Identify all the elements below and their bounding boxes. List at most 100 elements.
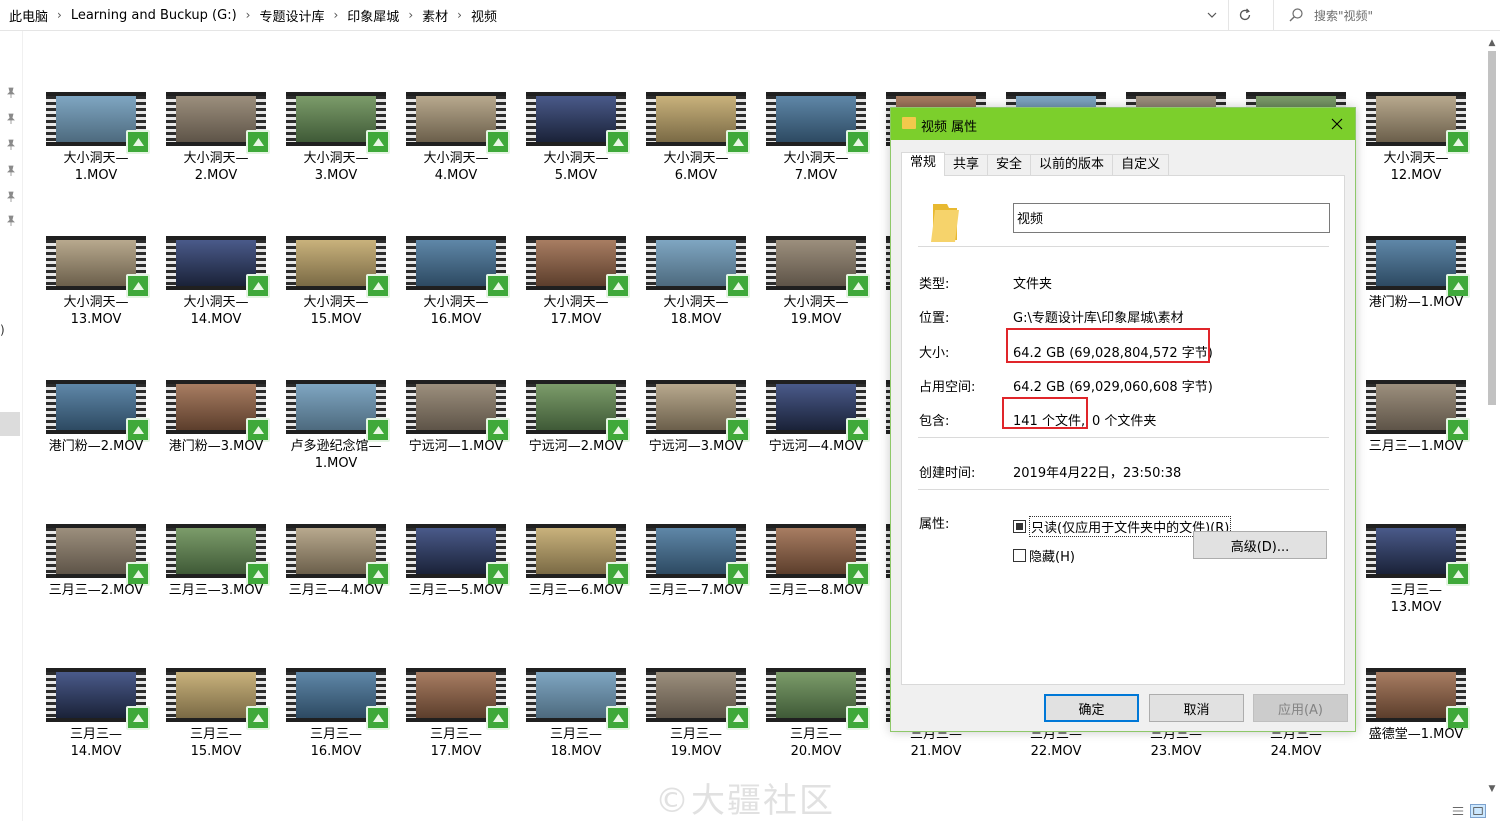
file-item[interactable]: 三月三—6.MOV — [516, 524, 636, 664]
advanced-button[interactable]: 高级(D)... — [1193, 531, 1327, 559]
video-thumbnail — [406, 380, 510, 442]
file-item[interactable]: 三月三—5.MOV — [396, 524, 516, 664]
file-item[interactable]: 大小洞天— 3.MOV — [276, 92, 396, 232]
video-thumbnail — [166, 668, 270, 730]
chevron-right-icon[interactable]: › — [457, 8, 462, 22]
breadcrumb-this-pc[interactable]: 此电脑 — [9, 6, 48, 25]
refresh-icon[interactable] — [1233, 4, 1257, 26]
address-bar: 此电脑 › Learning and Buckup (G:) › 专题设计库 ›… — [0, 0, 1500, 31]
breadcrumb-folder-2[interactable]: 印象犀城 — [347, 6, 399, 25]
file-item[interactable]: 三月三— 16.MOV — [276, 668, 396, 808]
file-item[interactable]: 大小洞天— 15.MOV — [276, 236, 396, 376]
type-label: 类型: — [919, 277, 950, 292]
file-item[interactable]: 三月三—7.MOV — [636, 524, 756, 664]
file-item[interactable]: 大小洞天— 5.MOV — [516, 92, 636, 232]
file-item[interactable]: 三月三—3.MOV — [156, 524, 276, 664]
checkbox-icon[interactable] — [1013, 549, 1026, 562]
chevron-right-icon[interactable]: › — [333, 8, 338, 22]
tab-customize[interactable]: 自定义 — [1112, 154, 1170, 176]
file-item[interactable]: 大小洞天— 12.MOV — [1356, 92, 1476, 232]
video-thumbnail — [46, 524, 150, 586]
file-item[interactable]: 大小洞天— 16.MOV — [396, 236, 516, 376]
pin-icon[interactable] — [5, 215, 17, 227]
file-name: 三月三—2.MOV — [48, 583, 144, 598]
breadcrumb-folder-3[interactable]: 素材 — [422, 6, 448, 25]
close-icon[interactable] — [1319, 108, 1355, 140]
breadcrumb-folder-1[interactable]: 专题设计库 — [259, 6, 324, 25]
pin-icon[interactable] — [5, 191, 17, 203]
breadcrumb-drive[interactable]: Learning and Buckup (G:) — [71, 8, 237, 23]
nav-truncated-item[interactable]: ) — [0, 323, 5, 337]
file-item[interactable]: 大小洞天— 19.MOV — [756, 236, 876, 376]
highlight-box — [1002, 397, 1088, 429]
pin-icon[interactable] — [5, 165, 17, 177]
file-item[interactable]: 大小洞天— 2.MOV — [156, 92, 276, 232]
file-item[interactable]: 大小洞天— 1.MOV — [36, 92, 156, 232]
vertical-scrollbar[interactable]: ▲ ▼ — [1484, 31, 1500, 801]
file-item[interactable]: 三月三— 18.MOV — [516, 668, 636, 808]
file-item[interactable]: 三月三—4.MOV — [276, 524, 396, 664]
file-item[interactable]: 盛德堂—1.MOV — [1356, 668, 1476, 808]
scroll-up-icon[interactable]: ▲ — [1486, 37, 1498, 49]
video-thumbnail — [1366, 380, 1470, 442]
pin-icon[interactable] — [5, 113, 17, 125]
file-item[interactable]: 港门粉—2.MOV — [36, 380, 156, 520]
file-item[interactable]: 三月三— 13.MOV — [1356, 524, 1476, 664]
file-item[interactable]: 三月三— 17.MOV — [396, 668, 516, 808]
file-item[interactable]: 大小洞天— 6.MOV — [636, 92, 756, 232]
video-frame — [56, 672, 136, 718]
file-item[interactable]: 大小洞天— 7.MOV — [756, 92, 876, 232]
file-name: 大小洞天— 7.MOV — [783, 151, 849, 183]
file-item[interactable]: 大小洞天— 14.MOV — [156, 236, 276, 376]
chevron-right-icon[interactable]: › — [408, 8, 413, 22]
file-item[interactable]: 大小洞天— 13.MOV — [36, 236, 156, 376]
tab-security[interactable]: 安全 — [987, 154, 1032, 176]
file-item[interactable]: 三月三—1.MOV — [1356, 380, 1476, 520]
breadcrumb-current[interactable]: 视频 — [471, 6, 497, 25]
file-name: 大小洞天— 15.MOV — [303, 295, 369, 327]
file-item[interactable]: 宁远河—2.MOV — [516, 380, 636, 520]
attributes-label: 属性: — [919, 517, 950, 532]
folder-name-input[interactable]: 视频 — [1013, 203, 1330, 233]
file-item[interactable]: 大小洞天— 17.MOV — [516, 236, 636, 376]
checkbox-mixed-icon[interactable] — [1013, 520, 1026, 533]
file-item[interactable]: 港门粉—1.MOV — [1356, 236, 1476, 376]
file-item[interactable]: 三月三— 14.MOV — [36, 668, 156, 808]
hidden-checkbox[interactable]: 隐藏(H) — [1013, 546, 1075, 565]
file-item[interactable]: 大小洞天— 4.MOV — [396, 92, 516, 232]
ok-button[interactable]: 确定 — [1044, 694, 1139, 722]
location-value: G:\专题设计库\印象犀城\素材 — [1013, 311, 1184, 326]
dialog-titlebar[interactable]: 视频 属性 — [891, 108, 1355, 140]
apply-button[interactable]: 应用(A) — [1253, 694, 1348, 722]
film-strip — [166, 672, 176, 718]
file-item[interactable]: 三月三—8.MOV — [756, 524, 876, 664]
cancel-button[interactable]: 取消 — [1149, 694, 1244, 722]
pin-icon[interactable] — [5, 139, 17, 151]
search-box[interactable]: 搜索"视频" — [1273, 0, 1500, 30]
watermark: ©大疆社区 — [655, 781, 835, 821]
details-view-icon[interactable] — [1450, 804, 1466, 818]
chevron-down-icon[interactable] — [1200, 4, 1224, 26]
file-item[interactable]: 宁远河—1.MOV — [396, 380, 516, 520]
large-icons-view-icon[interactable] — [1470, 804, 1486, 818]
file-item[interactable]: 三月三— 15.MOV — [156, 668, 276, 808]
video-thumbnail — [766, 524, 870, 586]
scroll-thumb[interactable] — [1488, 51, 1496, 405]
file-item[interactable]: 卢多逊纪念馆— 1.MOV — [276, 380, 396, 520]
tab-sharing[interactable]: 共享 — [944, 154, 989, 176]
nav-selected-item[interactable] — [0, 412, 20, 436]
video-frame — [536, 672, 616, 718]
chevron-right-icon[interactable]: › — [246, 8, 251, 22]
file-item[interactable]: 三月三—2.MOV — [36, 524, 156, 664]
tab-general[interactable]: 常规 — [901, 152, 946, 176]
scroll-down-icon[interactable]: ▼ — [1486, 783, 1498, 795]
tab-previous-versions[interactable]: 以前的版本 — [1030, 154, 1114, 176]
chevron-right-icon[interactable]: › — [57, 8, 62, 22]
file-item[interactable]: 大小洞天— 18.MOV — [636, 236, 756, 376]
pin-icon[interactable] — [5, 87, 17, 99]
file-item[interactable]: 港门粉—3.MOV — [156, 380, 276, 520]
file-item[interactable]: 宁远河—3.MOV — [636, 380, 756, 520]
video-thumbnail — [1366, 236, 1470, 298]
file-item[interactable]: 宁远河—4.MOV — [756, 380, 876, 520]
video-frame — [56, 384, 136, 430]
